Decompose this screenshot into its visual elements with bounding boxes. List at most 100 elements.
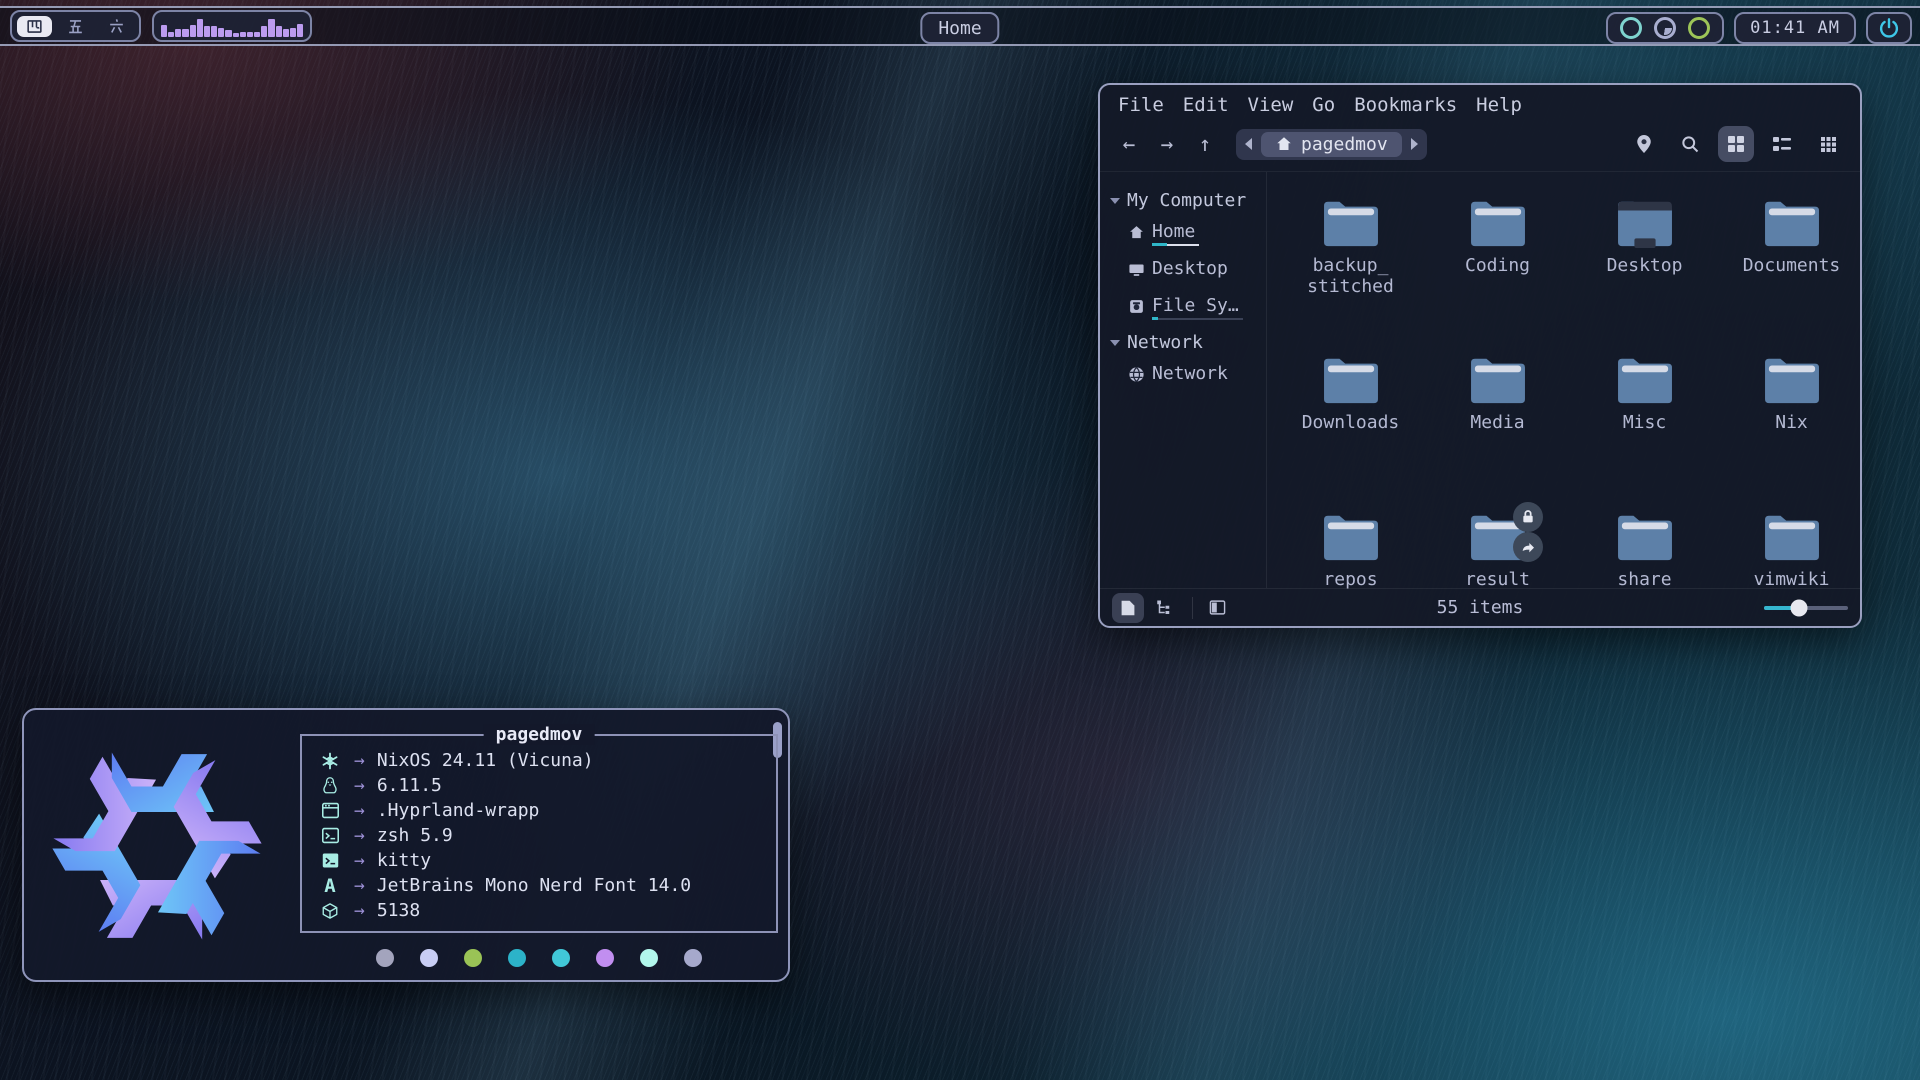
- active-window-title: Home: [920, 12, 999, 44]
- palette-dot: [552, 949, 570, 967]
- power-button[interactable]: [1866, 12, 1912, 44]
- folder-icon: [1467, 196, 1529, 248]
- network-globe-icon: [1128, 366, 1145, 383]
- folder-icon: [1614, 510, 1676, 562]
- power-icon: [1878, 17, 1900, 39]
- icon-view-button[interactable]: [1718, 126, 1754, 162]
- sidebar-item-network[interactable]: Network: [1128, 363, 1258, 386]
- forward-button[interactable]: →: [1152, 132, 1182, 156]
- fetch-hostname: pagedmov: [484, 724, 595, 745]
- folder-icon: [1614, 353, 1676, 405]
- collapse-arrow-icon[interactable]: [1110, 198, 1120, 204]
- menu-edit[interactable]: Edit: [1183, 94, 1229, 116]
- readonly-lock-emblem: [1513, 502, 1543, 532]
- sidebar-item-desktop[interactable]: Desktop: [1128, 258, 1258, 281]
- folder-icon: [1320, 353, 1382, 405]
- workspace-5[interactable]: [58, 16, 93, 37]
- clock: 01:41 AM: [1734, 12, 1856, 44]
- shell-icon: [318, 827, 342, 844]
- toolbar: ← → ↑ pagedmov: [1100, 121, 1860, 172]
- location-pin-icon: [1635, 134, 1653, 154]
- terminal-color-palette: [300, 949, 778, 967]
- path-scroll-right-button[interactable]: [1402, 129, 1427, 160]
- folder-icon: [1761, 196, 1823, 248]
- visualizer-bar: [247, 32, 253, 37]
- places-button[interactable]: [1626, 126, 1662, 162]
- window-manager-icon: [318, 802, 342, 819]
- sidebar-section-network[interactable]: Network: [1110, 332, 1258, 353]
- chevron-right-icon: [1411, 138, 1418, 150]
- folder-item[interactable]: backup_​stitched: [1277, 190, 1424, 347]
- path-segment-home[interactable]: pagedmov: [1261, 132, 1402, 157]
- folder-icon: [1320, 510, 1382, 562]
- sidebar-panel-icon: [1209, 599, 1226, 616]
- visualizer-bar: [225, 30, 231, 37]
- item-count: 55 items: [1437, 597, 1524, 618]
- sidebar-section-my-computer[interactable]: My Computer: [1110, 190, 1258, 211]
- tree-view-icon: [1155, 599, 1173, 617]
- zoom-slider-knob[interactable]: [1791, 599, 1808, 616]
- folder-item-desktop[interactable]: Desktop: [1571, 190, 1718, 347]
- indicator-ring-3[interactable]: [1688, 17, 1710, 39]
- path-scroll-left-button[interactable]: [1236, 129, 1261, 160]
- visualizer-bar: [290, 28, 296, 37]
- collapse-arrow-icon[interactable]: [1110, 340, 1120, 346]
- palette-dot: [640, 949, 658, 967]
- visualizer-bar: [283, 29, 289, 37]
- folder-item[interactable]: Downloads: [1277, 347, 1424, 504]
- back-button[interactable]: ←: [1114, 132, 1144, 156]
- folder-icon: [1761, 353, 1823, 405]
- compact-view-button[interactable]: [1764, 126, 1800, 162]
- search-button[interactable]: [1672, 126, 1708, 162]
- folder-item[interactable]: Coding: [1424, 190, 1571, 347]
- visualizer-bar: [240, 32, 246, 37]
- desktop-folder-icon: [1614, 196, 1676, 248]
- show-directories-button[interactable]: [1112, 593, 1144, 623]
- folder-item[interactable]: Documents: [1718, 190, 1862, 347]
- zoom-slider[interactable]: [1764, 606, 1848, 610]
- folder-icon: [1320, 196, 1382, 248]
- folder-item[interactable]: Media: [1424, 347, 1571, 504]
- desktop-icon: [1128, 261, 1145, 278]
- visualizer-bar: [268, 19, 274, 37]
- workspace-4-active[interactable]: [17, 16, 52, 37]
- visualizer-bar: [211, 26, 217, 37]
- visualizer-bar: [204, 26, 210, 37]
- fastfetch-output: pagedmov → NixOS 24.11 (Vicuna) → 6.11.5: [300, 724, 778, 970]
- visualizer-bar: [276, 26, 282, 37]
- workspace-6[interactable]: [99, 16, 134, 37]
- path-bar: pagedmov: [1236, 129, 1427, 160]
- menu-bookmarks[interactable]: Bookmarks: [1354, 94, 1457, 116]
- tux-icon: [318, 776, 342, 796]
- fetch-line-shell: → zsh 5.9: [318, 823, 762, 848]
- menu-go[interactable]: Go: [1312, 94, 1335, 116]
- document-icon: [1120, 599, 1136, 617]
- visualizer-bar: [175, 29, 181, 37]
- folder-icon: [1467, 353, 1529, 405]
- symlink-emblem: [1513, 532, 1543, 562]
- folder-item[interactable]: Nix: [1718, 347, 1862, 504]
- toggle-sidebar-button[interactable]: [1201, 593, 1233, 623]
- palette-dot: [376, 949, 394, 967]
- menu-bar: File Edit View Go Bookmarks Help: [1100, 85, 1860, 121]
- sidebar-item-home[interactable]: Home: [1128, 221, 1258, 244]
- visualizer-bar: [261, 26, 267, 37]
- font-icon: A: [318, 875, 342, 897]
- fetch-line-packages: → 5138: [318, 898, 762, 923]
- lock-icon: [1520, 509, 1536, 525]
- nix-icon: [318, 751, 342, 771]
- indicator-ring-1[interactable]: [1620, 17, 1642, 39]
- thumbnail-view-button[interactable]: [1810, 126, 1846, 162]
- fetch-line-font: A → JetBrains Mono Nerd Font 14.0: [318, 873, 762, 898]
- sidebar-item-file-system[interactable]: File Sy…: [1128, 295, 1258, 318]
- indicator-ring-2[interactable]: [1654, 17, 1676, 39]
- up-button[interactable]: ↑: [1190, 132, 1220, 156]
- folder-item[interactable]: Misc: [1571, 347, 1718, 504]
- workspaces-module: [10, 10, 141, 42]
- package-icon: [318, 902, 342, 920]
- directory-tree-button[interactable]: [1148, 593, 1180, 623]
- palette-dot: [684, 949, 702, 967]
- menu-help[interactable]: Help: [1476, 94, 1522, 116]
- menu-file[interactable]: File: [1118, 94, 1164, 116]
- menu-view[interactable]: View: [1248, 94, 1294, 116]
